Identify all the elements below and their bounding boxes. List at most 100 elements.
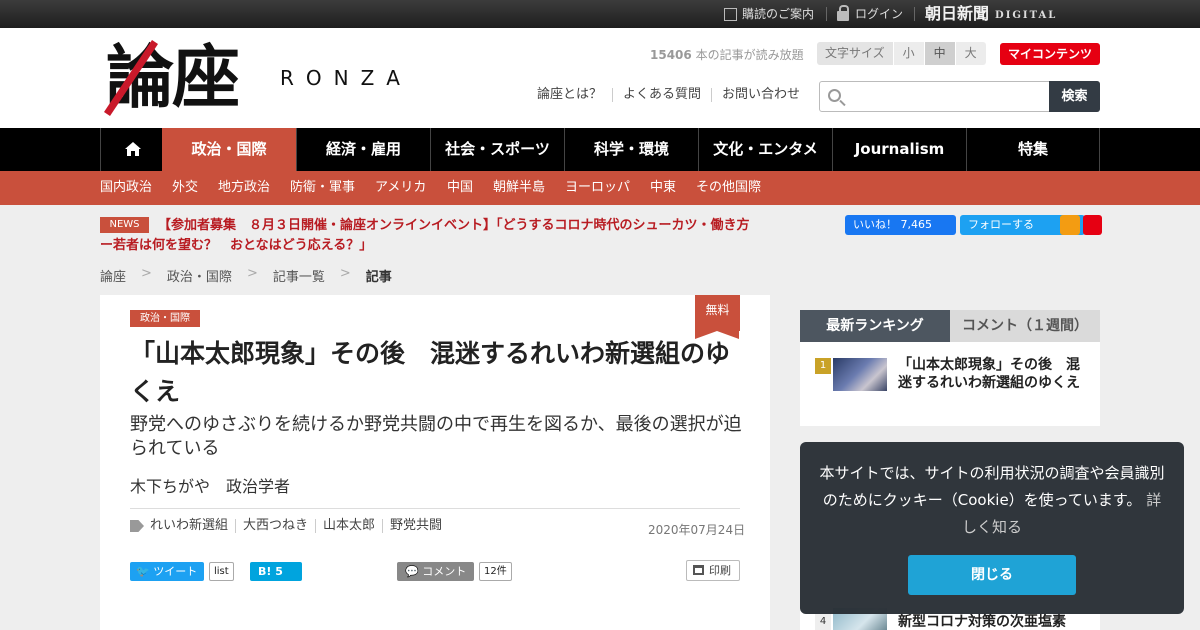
subnav-item[interactable]: 外交	[172, 171, 198, 205]
tab-politics[interactable]: 政治・国際	[162, 128, 296, 171]
tweet-button[interactable]: 🐦 ツイート	[130, 562, 204, 581]
tag-item[interactable]: れいわ新選組	[150, 519, 235, 533]
article-date: 2020年07月24日	[648, 523, 746, 537]
rss-icon[interactable]	[1060, 215, 1080, 235]
tab-special[interactable]: 特集	[966, 128, 1100, 171]
about-link[interactable]: 論座とは？	[537, 88, 612, 102]
asahi-digital-logo[interactable]: 朝日新聞 DIGITAL	[925, 0, 1057, 28]
search-icon	[828, 89, 841, 102]
tag-item[interactable]: 野党共闘	[382, 519, 449, 533]
tag-item[interactable]: 山本太郎	[315, 519, 382, 533]
contact-link[interactable]: お問い合わせ	[711, 88, 810, 102]
main-nav: 政治・国際 経済・雇用 社会・スポーツ 科学・環境 文化・エンタメ Journa…	[0, 128, 1200, 171]
category-badge[interactable]: 政治・国際	[130, 310, 200, 327]
home-icon	[125, 142, 141, 156]
tab-science[interactable]: 科学・環境	[564, 128, 698, 171]
subnav-item[interactable]: その他国際	[696, 171, 761, 205]
ranking-item[interactable]: 1 「山本太郎現象」その後 混迷するれいわ新選組のゆくえ	[800, 342, 1100, 426]
breadcrumb-item[interactable]: 記事一覧	[273, 266, 325, 285]
header-links: 論座とは？ よくある質問 お問い合わせ	[537, 88, 810, 102]
facebook-like-label: いいね！	[853, 218, 897, 231]
subnav-item[interactable]: 朝鮮半島	[493, 171, 545, 205]
logo-slash-icon	[104, 40, 158, 116]
cookie-banner: 本サイトでは、サイトの利用状況の調査や会員識別のためにクッキー（Cookie）を…	[800, 442, 1184, 614]
mail-icon[interactable]	[1083, 215, 1102, 235]
rank-number: 4	[815, 614, 831, 630]
facebook-like-button[interactable]: いいね！ 7,465	[845, 215, 956, 235]
subnav-item[interactable]: 中国	[447, 171, 473, 205]
print-label: 印刷	[709, 564, 731, 577]
breadcrumb-current: 記事	[365, 270, 392, 285]
font-size-small-button[interactable]: 小	[892, 42, 924, 65]
subnav-item[interactable]: 防衛・軍事	[290, 171, 355, 205]
subnav-item[interactable]: ヨーロッパ	[565, 171, 630, 205]
topbar-divider	[826, 7, 827, 21]
hatena-count: 5	[275, 565, 283, 578]
font-size-label: 文字サイズ	[817, 42, 893, 65]
login-label: ログイン	[855, 7, 904, 21]
tag-item[interactable]: 大西つねき	[235, 519, 315, 533]
tab-home[interactable]	[100, 128, 162, 171]
free-badge: 無料	[695, 295, 740, 339]
search-button[interactable]: 検索	[1049, 81, 1100, 112]
search-input[interactable]	[850, 84, 1045, 109]
subnav-item[interactable]: 中東	[650, 171, 676, 205]
subnav-item[interactable]: アメリカ	[375, 171, 426, 205]
comment-button[interactable]: 💬 コメント	[397, 562, 474, 581]
font-size-switcher: 文字サイズ 小 中 大	[817, 42, 986, 65]
subnav-item[interactable]: 国内政治	[100, 171, 152, 205]
breadcrumb-item[interactable]: 論座	[100, 266, 126, 285]
tweet-list-link[interactable]: list	[209, 562, 234, 581]
tab-economy[interactable]: 経済・雇用	[296, 128, 430, 171]
tab-society[interactable]: 社会・スポーツ	[430, 128, 564, 171]
tweet-label: ツイート	[153, 565, 198, 578]
article-author[interactable]: 木下ちがや 政治学者	[130, 473, 290, 497]
font-size-medium-button[interactable]: 中	[923, 42, 955, 65]
tag-icon	[130, 520, 144, 532]
search-box: 検索	[819, 81, 1100, 112]
my-content-button[interactable]: マイコンテンツ	[1000, 43, 1100, 65]
tab-journalism[interactable]: Journalism	[832, 128, 966, 171]
comment-icon: 💬	[405, 565, 419, 578]
login-link[interactable]: ログイン	[837, 0, 903, 28]
tab-culture[interactable]: 文化・エンタメ	[698, 128, 832, 171]
breadcrumb-item[interactable]: 政治・国際	[167, 266, 232, 285]
subnav-item[interactable]: 地方政治	[218, 171, 270, 205]
tag-list: れいわ新選組 大西つねき 山本太郎 野党共闘	[130, 519, 449, 533]
header: 論座 RONZA 15406 本の記事が読み放題 文字サイズ 小 中 大 マイコ…	[0, 28, 1200, 128]
ranking-tabs: 最新ランキング コメント（１週間）	[800, 310, 1100, 342]
top-bar: 購読のご案内 ログイン 朝日新聞 DIGITAL	[0, 0, 1200, 28]
news-headline[interactable]: 【参加者募集 ８月３日開催・論座オンラインイベント】「どうするコロナ時代のシュー…	[100, 216, 750, 256]
rank-number: 1	[815, 358, 831, 374]
print-button[interactable]: 印刷	[686, 560, 740, 581]
faq-link[interactable]: よくある質問	[612, 88, 711, 102]
article-subtitle: 野党へのゆさぶりを続けるか野党共闘の中で再生を図るか、最後の選択が迫られている	[130, 414, 742, 459]
logo-roman: RONZA	[280, 66, 412, 90]
hatena-icon: B!	[258, 565, 272, 578]
lock-icon	[837, 5, 849, 21]
comment-label: コメント	[422, 565, 467, 578]
breadcrumb: 論座 > 政治・国際 > 記事一覧 > 記事	[100, 266, 392, 285]
twitter-follow-label: フォローする	[968, 218, 1034, 231]
article: 政治・国際 無料 「山本太郎現象」その後 混迷するれいわ新選組のゆくえ 野党への…	[100, 295, 770, 630]
tab-latest-ranking[interactable]: 最新ランキング	[800, 310, 950, 342]
read-count: 15406 本の記事が読み放題	[650, 46, 804, 63]
font-size-large-button[interactable]: 大	[954, 42, 986, 65]
printer-icon	[693, 565, 704, 575]
news-badge: NEWS	[100, 217, 149, 233]
breadcrumb-separator: >	[141, 266, 152, 281]
sub-nav: 国内政治 外交 地方政治 防衛・軍事 アメリカ 中国 朝鮮半島 ヨーロッパ 中東…	[0, 171, 1200, 205]
ranking-thumbnail	[833, 358, 887, 391]
edit-icon	[724, 7, 737, 21]
facebook-like-count: 7,465	[900, 218, 933, 231]
hatena-bookmark-button[interactable]: B! 5	[250, 562, 302, 581]
subscribe-link[interactable]: 購読のご案内	[724, 0, 814, 28]
asahi-logo-text: 朝日新聞	[925, 4, 990, 23]
twitter-bird-icon: 🐦	[136, 565, 150, 578]
cookie-close-button[interactable]: 閉じる	[908, 555, 1076, 595]
tab-comment-ranking[interactable]: コメント（１週間）	[950, 310, 1100, 342]
digital-logo-text: DIGITAL	[995, 9, 1058, 21]
read-count-number: 15406	[650, 48, 692, 62]
comment-count[interactable]: 12件	[479, 562, 512, 581]
breadcrumb-separator: >	[246, 266, 258, 281]
